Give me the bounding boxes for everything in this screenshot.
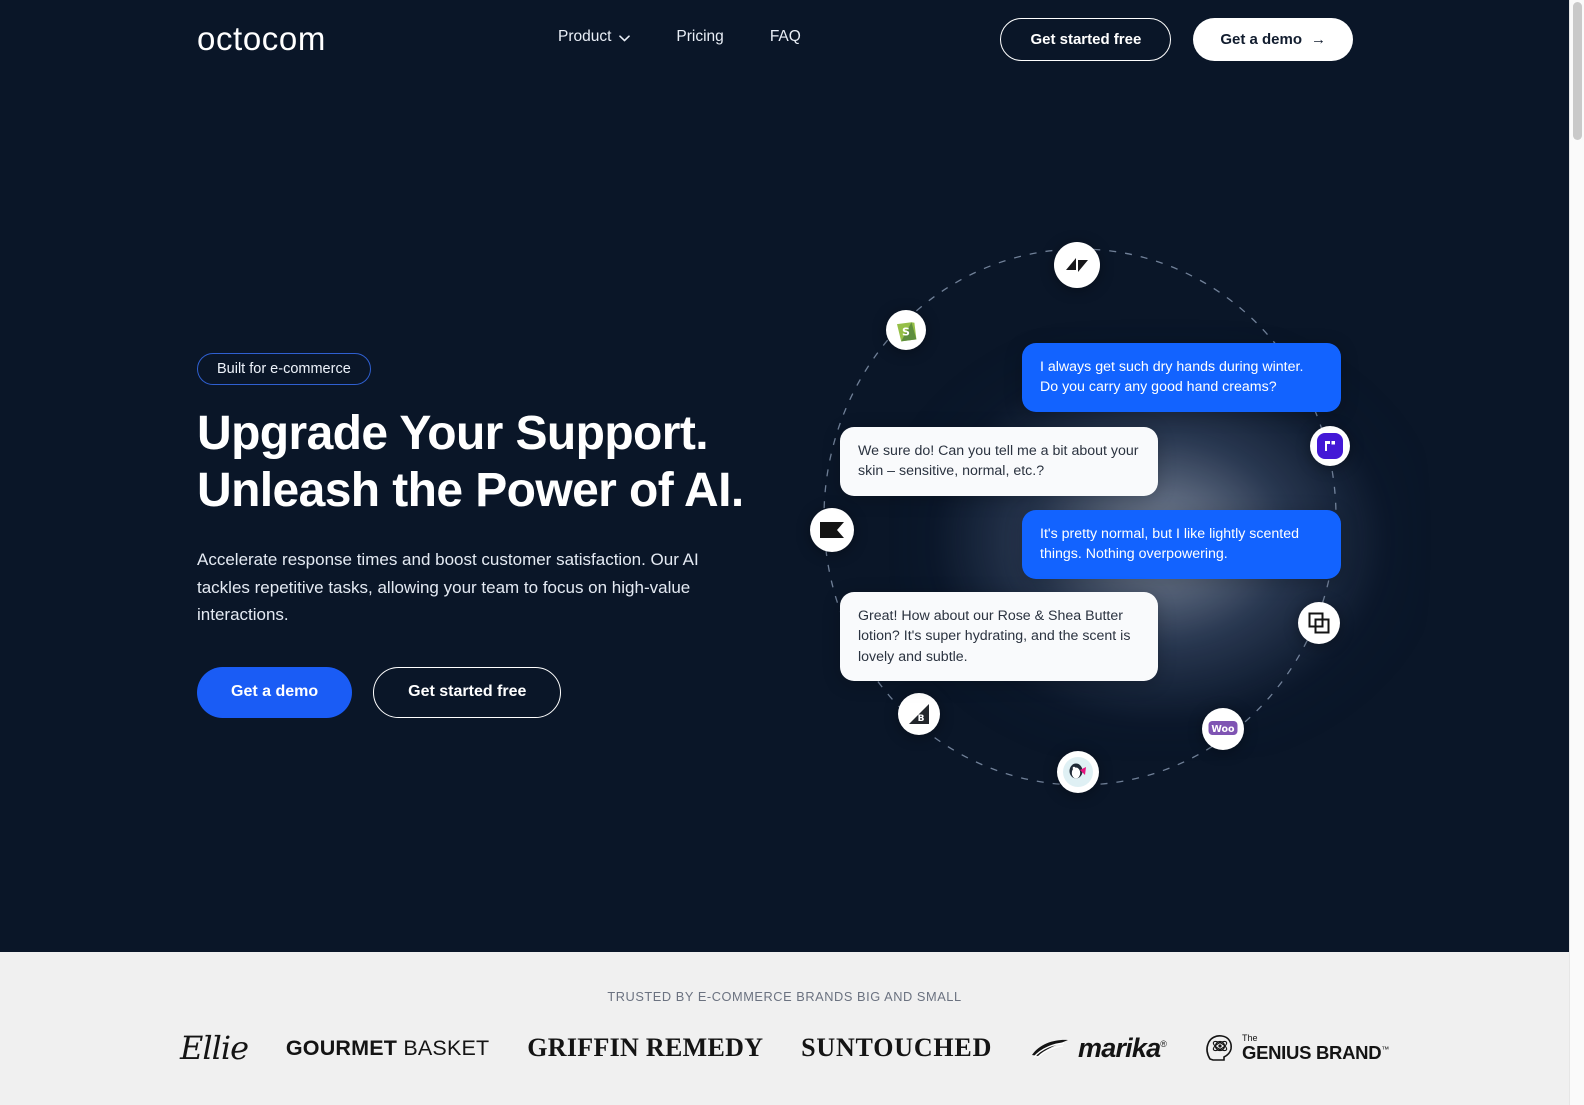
- chat-message-user: I always get such dry hands during winte…: [1022, 343, 1341, 412]
- genius-head-atom-icon: [1206, 1035, 1232, 1061]
- nav-item-product-label: Product: [558, 28, 612, 45]
- nav-get-a-demo-label: Get a demo: [1220, 31, 1302, 48]
- chat-message-user: It's pretty normal, but I like lightly s…: [1022, 510, 1341, 579]
- integration-icon-bigcommerce[interactable]: B: [898, 693, 940, 735]
- hero-content: Built for e-commerce Upgrade Your Suppor…: [197, 353, 797, 718]
- brand-logo-row: Ellie GOURMET BASKET GRIFFIN REMEDY SUNT…: [180, 1020, 1389, 1076]
- integration-icon-prestashop[interactable]: [1057, 751, 1099, 793]
- svg-text:Woo: Woo: [1211, 724, 1235, 735]
- bigcommerce-icon: B: [909, 704, 929, 724]
- brand-genius-text: The GENIUS BRAND™: [1241, 1033, 1389, 1063]
- integration-icon-klaviyo[interactable]: [1310, 426, 1350, 466]
- zendesk-icon: [1066, 258, 1088, 272]
- trusted-by-label: TRUSTED BY E-COMMERCE BRANDS BIG AND SMA…: [607, 989, 962, 1004]
- prestashop-icon: [1063, 757, 1093, 787]
- brand-logo-griffin-remedy: GRIFFIN REMEDY: [527, 1033, 764, 1062]
- page-scrollbar[interactable]: [1569, 0, 1584, 1105]
- page-title: Upgrade Your Support. Unleash the Power …: [197, 410, 797, 515]
- woocommerce-icon: Woo: [1208, 721, 1238, 735]
- brand-logo-genius-brand: The GENIUS BRAND™: [1204, 1033, 1389, 1063]
- hero-subtext: Accelerate response times and boost cust…: [197, 550, 699, 625]
- marika-swoosh-icon: [1032, 1039, 1069, 1059]
- integration-icon-gorgias[interactable]: [1298, 602, 1340, 644]
- integration-icon-magento[interactable]: [810, 508, 854, 552]
- nav-links: Product Pricing FAQ: [558, 28, 801, 46]
- hero-get-started-free-button[interactable]: Get started free: [373, 666, 562, 718]
- nav-get-started-free-button[interactable]: Get started free: [1000, 18, 1172, 61]
- brand-genius-mark: ™: [1381, 1044, 1389, 1054]
- chat-message-bot: We sure do! Can you tell me a bit about …: [840, 427, 1158, 496]
- integration-icon-shopify[interactable]: S: [886, 310, 926, 350]
- page-root: octocom Product Pricing FAQ Get started …: [0, 0, 1584, 1105]
- trusted-by-section: TRUSTED BY E-COMMERCE BRANDS BIG AND SMA…: [0, 952, 1569, 1105]
- scrollbar-thumb[interactable]: [1573, 2, 1582, 140]
- nav-item-faq[interactable]: FAQ: [770, 28, 801, 46]
- hero-get-a-demo-button[interactable]: Get a demo: [197, 666, 353, 718]
- arrow-right-icon: →: [1311, 31, 1326, 48]
- magento-icon: [820, 522, 844, 538]
- svg-text:B: B: [918, 714, 925, 724]
- brand-logo-marika: marika®: [1030, 1032, 1167, 1064]
- svg-text:S: S: [902, 326, 910, 339]
- hero-section: octocom Product Pricing FAQ Get started …: [0, 0, 1569, 963]
- hero-badge: Built for e-commerce: [197, 353, 371, 385]
- nav-item-pricing[interactable]: Pricing: [676, 28, 723, 46]
- nav-item-product[interactable]: Product: [558, 28, 631, 46]
- klaviyo-glyph: [1325, 441, 1335, 451]
- brand-gourmet-bold: GOURMET: [285, 1035, 398, 1060]
- chat-message-bot: Great! How about our Rose & Shea Butter …: [840, 592, 1158, 681]
- integration-icon-zendesk[interactable]: [1054, 242, 1100, 288]
- brand-gourmet-light: BASKET: [403, 1035, 490, 1060]
- shopify-icon: S: [897, 322, 917, 342]
- integration-icon-woocommerce[interactable]: Woo: [1202, 708, 1244, 750]
- brand-logo-suntouched: SUNTOUCHED: [801, 1033, 993, 1062]
- nav-get-a-demo-button[interactable]: Get a demo →: [1193, 18, 1353, 61]
- headline-line-2: Unleash the Power of AI.: [197, 464, 744, 517]
- brand-logo-gourmet-basket: GOURMET BASKET: [286, 1036, 490, 1061]
- brand-marika-text: marika®: [1078, 1032, 1167, 1063]
- brand-marika-mark: ®: [1160, 1038, 1167, 1049]
- hero-cta-group: Get a demo Get started free: [197, 666, 797, 718]
- gorgias-icon: [1308, 612, 1330, 634]
- nav-actions: Get started free Get a demo →: [1000, 18, 1353, 61]
- site-logo[interactable]: octocom: [197, 20, 326, 58]
- top-navbar: octocom Product Pricing FAQ Get started …: [0, 0, 1569, 80]
- brand-genius-main: GENIUS BRAND™: [1241, 1041, 1389, 1063]
- headline-line-1: Upgrade Your Support.: [197, 407, 709, 460]
- chevron-down-icon: [619, 34, 631, 42]
- brand-logo-ellie: Ellie: [180, 1029, 249, 1067]
